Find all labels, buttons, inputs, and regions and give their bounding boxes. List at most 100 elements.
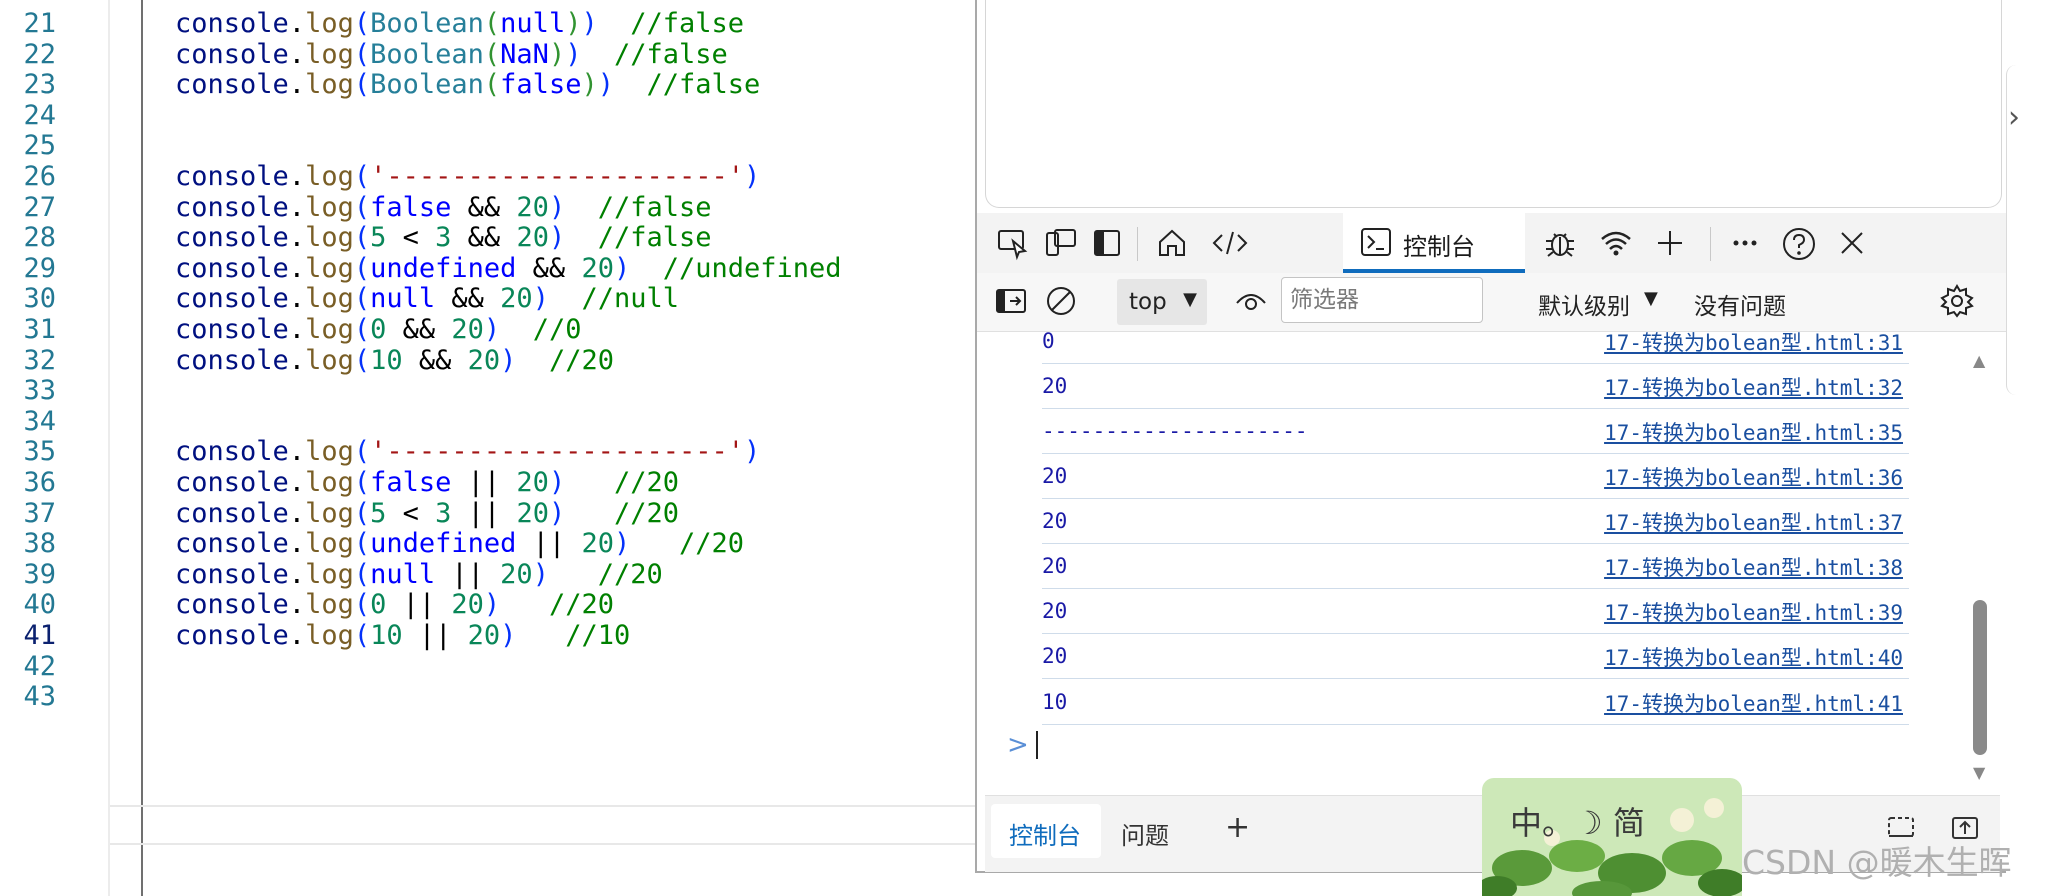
console-scrollbar[interactable]: ▲ ▼ [1969, 345, 1991, 785]
code-token: //10 [565, 620, 631, 651]
code-token: ( [483, 69, 501, 101]
elements-code-icon[interactable] [1210, 225, 1248, 261]
console-message-source-link[interactable]: 17-转换为bolean型.html:40 [1604, 642, 1903, 672]
code-line[interactable]: console.log(Boolean(false)) //false [175, 65, 760, 105]
console-input-cursor[interactable] [1036, 731, 1038, 759]
code-token: ) [597, 69, 614, 101]
console-message-source-link[interactable]: 17-转换为bolean型.html:32 [1604, 372, 1903, 402]
console-message-source-link[interactable]: 17-转换为bolean型.html:39 [1604, 597, 1903, 627]
drawer-tab-console-label: 控制台 [1009, 822, 1081, 850]
code-editor[interactable]: console.log(Boolean(null)) //false consol… [0, 0, 975, 896]
code-token: //20 [548, 344, 614, 376]
console-message-source-link[interactable]: 17-转换为bolean型.html:35 [1604, 417, 1903, 447]
context-select[interactable]: top ▼ [1117, 279, 1207, 325]
caret-down-icon: ▼ [1183, 289, 1197, 310]
more-options-icon[interactable] [1727, 225, 1763, 261]
caret-down-icon: ▼ [1644, 288, 1658, 309]
inspect-element-icon[interactable] [995, 225, 1031, 261]
code-token: 20 [467, 620, 501, 651]
code-token: ) [581, 69, 598, 101]
console-message-row[interactable]: 10 17-转换为bolean型.html:41 [1042, 680, 1909, 725]
sidebar-toggle-icon[interactable] [993, 283, 1029, 319]
console-message-source-link[interactable]: 17-转换为bolean型.html:31 [1604, 331, 1903, 357]
issues-count-link[interactable]: 没有问题 [1694, 287, 1786, 321]
tab-console-label: 控制台 [1403, 233, 1475, 261]
code-token: console [175, 344, 289, 376]
code-token: console [175, 620, 289, 651]
chevron-right-icon[interactable]: › [2008, 100, 2020, 135]
scroll-up-arrow-icon[interactable]: ▲ [1973, 351, 1985, 370]
code-token: //undefined [662, 252, 842, 284]
console-message-row[interactable]: 20 17-转换为bolean型.html:39 [1042, 589, 1909, 635]
console-settings-gear-icon[interactable] [1939, 283, 1975, 319]
code-token: ( [353, 620, 371, 651]
console-message-source-link[interactable]: 17-转换为bolean型.html:41 [1604, 688, 1903, 718]
code-line[interactable]: console.log(10 || 20) //10 [175, 616, 630, 656]
ime-status-widget[interactable]: 中。☽ 简 [1482, 778, 1742, 896]
drawer-tab-console[interactable]: 控制台 [991, 804, 1101, 858]
console-message-row[interactable]: 20 17-转换为bolean型.html:40 [1042, 634, 1909, 680]
log-level-select[interactable]: 默认级别 [1538, 287, 1630, 321]
code-token: ( [353, 69, 371, 101]
sources-bug-icon[interactable] [1542, 225, 1578, 261]
code-token: ) [500, 344, 517, 376]
code-token: Boolean [370, 69, 484, 101]
clear-console-icon[interactable] [1043, 283, 1079, 319]
tab-console[interactable]: 控制台 [1343, 213, 1525, 273]
console-message-value: 0 [1042, 331, 1055, 353]
close-devtools-icon[interactable] [1834, 225, 1870, 261]
code-token: ) [743, 161, 761, 192]
console-message-row[interactable]: 20 17-转换为bolean型.html:38 [1042, 544, 1909, 590]
code-token: 20 [467, 344, 501, 376]
console-message-row[interactable]: 0 17-转换为bolean型.html:31 [1042, 331, 1909, 364]
code-token: || [402, 620, 468, 651]
console-message-source-link[interactable]: 17-转换为bolean型.html:36 [1604, 462, 1903, 492]
indent-guide [141, 0, 143, 896]
console-message-value: 20 [1042, 464, 1068, 489]
console-message-value: 20 [1042, 509, 1068, 534]
drawer-tab-issues[interactable]: 问题 [1121, 816, 1169, 851]
code-token: ) [500, 620, 517, 651]
help-icon[interactable] [1780, 225, 1816, 261]
browser-side-panel-bottom [2006, 873, 2049, 896]
console-message-source-link[interactable]: 17-转换为bolean型.html:38 [1604, 552, 1903, 582]
code-token: 10 [370, 344, 403, 376]
context-select-value: top [1129, 289, 1167, 315]
drawer-add-tab-icon[interactable]: + [1225, 810, 1250, 845]
network-wifi-icon[interactable] [1598, 225, 1634, 261]
code-token: //false [646, 69, 761, 101]
devtools-panel: 控制台 top ▼ 筛选器 默认级别 ▼ 没有问题 0 17-转换为bolean… [975, 0, 2006, 873]
console-message-row[interactable]: --------------------- 17-转换为bolean型.html:… [1042, 409, 1909, 455]
current-line-highlight [110, 805, 975, 845]
console-message-source-link[interactable]: 17-转换为bolean型.html:37 [1604, 507, 1903, 537]
console-icon [1359, 225, 1393, 263]
code-token: . [288, 69, 306, 101]
device-emulation-icon[interactable] [1043, 225, 1079, 261]
console-messages[interactable]: 0 17-转换为bolean型.html:31 20 17-转换为bolean型.ht… [977, 331, 1977, 781]
scrollbar-thumb[interactable] [1973, 600, 1987, 755]
code-token: . [288, 344, 306, 376]
code-line[interactable]: console.log(10 && 20) //20 [175, 341, 614, 381]
filter-input[interactable] [1281, 277, 1483, 323]
code-token: console [175, 69, 289, 101]
scroll-down-arrow-icon[interactable]: ▼ [1973, 763, 1985, 782]
code-token: 10 [370, 620, 403, 651]
more-tools-plus-icon[interactable] [1652, 225, 1688, 261]
console-message-value: --------------------- [1042, 419, 1308, 444]
page-viewport[interactable] [985, 0, 2002, 208]
dock-side-icon[interactable] [1089, 225, 1125, 261]
code-token: ( [353, 344, 371, 376]
devtools-tab-bar: 控制台 [977, 213, 2006, 273]
console-message-value: 20 [1042, 554, 1068, 579]
console-message-row[interactable]: 20 17-转换为bolean型.html:36 [1042, 454, 1909, 500]
console-message-row[interactable]: 20 17-转换为bolean型.html:32 [1042, 364, 1909, 410]
live-expression-eye-icon[interactable] [1233, 283, 1269, 319]
line-number: 43 [23, 681, 56, 713]
console-message-row[interactable]: 20 17-转换为bolean型.html:37 [1042, 499, 1909, 545]
gutter-divider [108, 0, 110, 896]
csdn-watermark: CSDN @暖木生晖 [1742, 843, 2012, 882]
toolbar-separator [1137, 227, 1138, 261]
welcome-home-icon[interactable] [1154, 225, 1190, 261]
